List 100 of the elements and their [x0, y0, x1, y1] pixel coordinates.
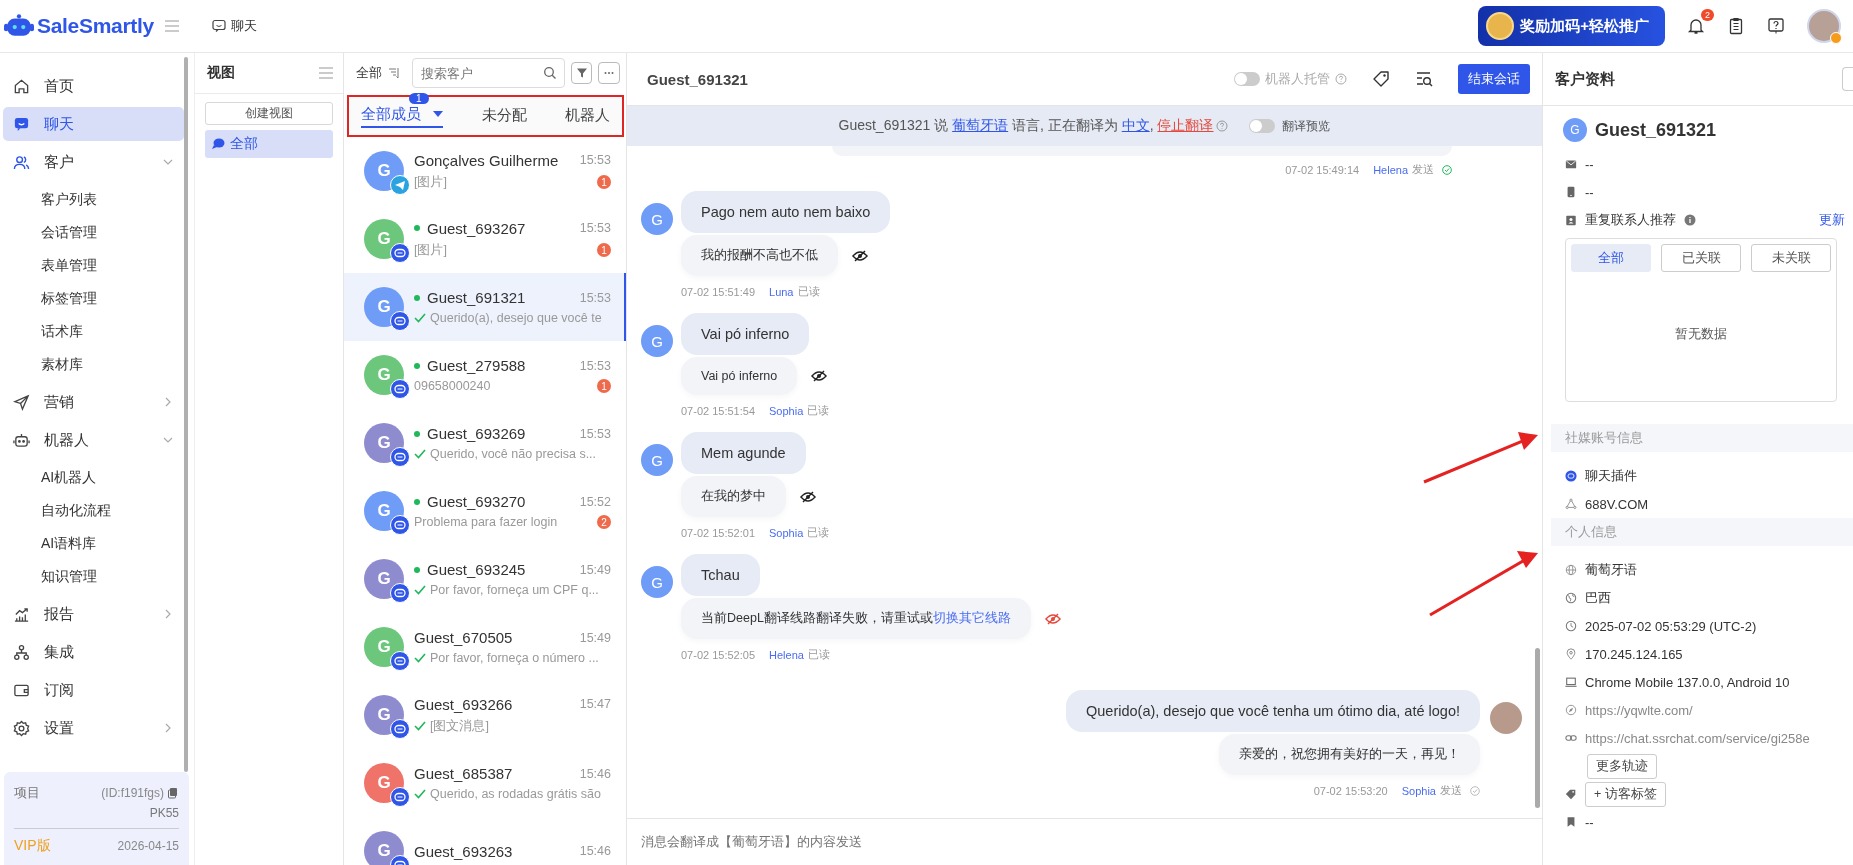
- chat-icon: [390, 311, 410, 331]
- bot-toggle[interactable]: [1234, 72, 1260, 86]
- chat-icon: [390, 379, 410, 399]
- eye-off-icon[interactable]: [852, 249, 868, 262]
- search-field[interactable]: 搜索客户: [412, 58, 565, 88]
- eye-off-icon[interactable]: [800, 490, 816, 503]
- create-view-button[interactable]: 创建视图: [205, 102, 333, 125]
- scope-label[interactable]: 全部: [356, 64, 382, 82]
- add-tag-button[interactable]: + 访客标签: [1585, 781, 1666, 807]
- copy-icon[interactable]: [167, 787, 179, 799]
- count-badge: 1: [409, 92, 429, 104]
- message-time: 07-02 15:52:01: [681, 526, 755, 539]
- nav-subitem[interactable]: 客户列表: [0, 183, 194, 216]
- conversation-item[interactable]: G Guest_693270 15:52 Problema para fazer login 2: [344, 477, 626, 545]
- message-bubble: Pago nem auto nem baixo: [681, 191, 891, 233]
- nav-label: 报告: [44, 604, 74, 624]
- chat-icon: [390, 515, 410, 535]
- avatar: G: [641, 203, 673, 235]
- tag-icon[interactable]: [1372, 70, 1390, 88]
- message-time: 15:53: [579, 426, 611, 441]
- filter-tab[interactable]: 全部: [1571, 244, 1651, 272]
- message-preview: [图片]: [414, 241, 447, 259]
- contact-card-icon: [1565, 214, 1577, 226]
- contact-name: Guest_279588: [427, 357, 526, 374]
- search-list-icon[interactable]: [1415, 70, 1433, 88]
- nav-subitem[interactable]: 知识管理: [0, 560, 194, 593]
- globe-icon: [1565, 564, 1577, 576]
- bookmark-icon: [1565, 816, 1577, 828]
- nav-subitem[interactable]: 素材库: [0, 348, 194, 381]
- nav-subitem[interactable]: 话术库: [0, 315, 194, 348]
- nav-item[interactable]: 集成: [3, 635, 184, 669]
- nav-item[interactable]: 设置: [3, 711, 184, 745]
- filter-tab[interactable]: 已关联: [1661, 244, 1741, 272]
- refresh-link[interactable]: 更新: [1819, 211, 1845, 229]
- avatar: G: [1563, 118, 1587, 142]
- conversation-tab[interactable]: 机器人: [565, 105, 610, 127]
- language-link[interactable]: 葡萄牙语: [952, 117, 1009, 133]
- nav-subitem[interactable]: 自动化流程: [0, 494, 194, 527]
- nav-item[interactable]: 机器人: [3, 423, 184, 457]
- conversation-tab[interactable]: 未分配: [481, 105, 527, 127]
- bell-icon[interactable]: [1687, 17, 1705, 35]
- caret-icon: [433, 111, 443, 117]
- contact-name: Gonçalves Guilherme: [414, 151, 559, 169]
- nav-item[interactable]: 营销: [3, 385, 184, 419]
- nav-subitem[interactable]: 会话管理: [0, 216, 194, 249]
- message-bubble: Tchau: [681, 554, 760, 596]
- nav-item[interactable]: 客户: [3, 145, 184, 179]
- message-preview: [图文消息]: [430, 717, 489, 735]
- preview-toggle[interactable]: [1249, 119, 1276, 133]
- nav-item[interactable]: 首页: [3, 69, 184, 103]
- view-item[interactable]: 全部: [205, 130, 333, 158]
- nav-item[interactable]: 聊天: [3, 107, 184, 141]
- message-preview: Por favor, forneça um CPF q...: [430, 583, 599, 597]
- conversation-item[interactable]: G Guest_693263 15:46: [344, 817, 626, 865]
- info-value: Chrome Mobile 137.0.0, Android 10: [1585, 674, 1790, 690]
- conversation-item[interactable]: G Guest_693245 15:49 Por favor, forneça um CPF q...: [344, 545, 626, 613]
- preview-label: 翻译预览: [1282, 117, 1331, 135]
- more-history-button[interactable]: 更多轨迹: [1587, 753, 1657, 779]
- conversation-item[interactable]: G Guest_693269 15:53 Querido, você não precisa s...: [344, 409, 626, 477]
- message-preview: [图片]: [414, 173, 447, 191]
- promo-banner[interactable]: 奖励加码+轻松推广: [1478, 6, 1665, 46]
- avatar: G: [641, 444, 673, 476]
- translation-notice: Guest_691321 说 葡萄牙语 语言, 正在翻译为 中文, 停止翻译: [838, 117, 1214, 135]
- send-icon: [13, 393, 30, 411]
- filter-button[interactable]: [570, 62, 593, 84]
- info-value: 688V.COM: [1585, 496, 1649, 512]
- nav-label: 营销: [44, 392, 74, 412]
- check-circle-icon: [1470, 785, 1480, 796]
- org-icon: [13, 643, 30, 661]
- help-icon[interactable]: [1767, 17, 1785, 35]
- nav-item[interactable]: 订阅: [3, 673, 184, 707]
- clipboard-icon[interactable]: [1727, 17, 1745, 35]
- conversation-item[interactable]: G Guest_693267 15:53 [图片] 1: [344, 205, 626, 273]
- page-tab[interactable]: 聊天: [212, 17, 257, 35]
- nav-subitem[interactable]: 标签管理: [0, 282, 194, 315]
- filter-tab[interactable]: 未关联: [1751, 244, 1831, 272]
- language-link[interactable]: 中文: [1121, 117, 1150, 133]
- chat-icon: [390, 243, 410, 263]
- nav-subitem[interactable]: 表单管理: [0, 249, 194, 282]
- nav-label: 订阅: [44, 680, 74, 700]
- conversation-item[interactable]: G Guest_691321 15:53 Querido(a), desejo que você te: [344, 273, 626, 341]
- eye-off-icon[interactable]: [811, 370, 828, 382]
- conversation-item[interactable]: G Guest_279588 15:53 09658000240 1: [344, 341, 626, 409]
- search-icon: [542, 66, 557, 80]
- chat-icon: [390, 719, 410, 739]
- switch-route-link[interactable]: 切换其它线路: [932, 611, 1011, 625]
- message-time: 15:46: [579, 844, 611, 858]
- nav-subitem[interactable]: AI语料库: [0, 527, 194, 560]
- nav-subitem[interactable]: AI机器人: [0, 461, 194, 494]
- end-chat-button[interactable]: 结束会话: [1458, 64, 1530, 94]
- conversation-item[interactable]: G Guest_685387 15:46 Querido, as rodadas grátis são: [344, 749, 626, 817]
- conversation-item[interactable]: G Guest_670505 15:49 Por favor, forneça o número ...: [344, 613, 626, 681]
- plan-label: VIP版: [14, 837, 51, 855]
- message-bubble: Vai pó inferno: [681, 313, 810, 355]
- status-dot-icon: [1830, 32, 1842, 44]
- nav-item[interactable]: 报告: [3, 597, 184, 631]
- contact-value: --: [1585, 184, 1594, 200]
- conversation-item[interactable]: G Guest_693266 15:47 [图文消息]: [344, 681, 626, 749]
- conversation-item[interactable]: G Gonçalves Guilherme 15:53 [图片] 1: [344, 137, 626, 205]
- user-avatar[interactable]: [1807, 9, 1841, 43]
